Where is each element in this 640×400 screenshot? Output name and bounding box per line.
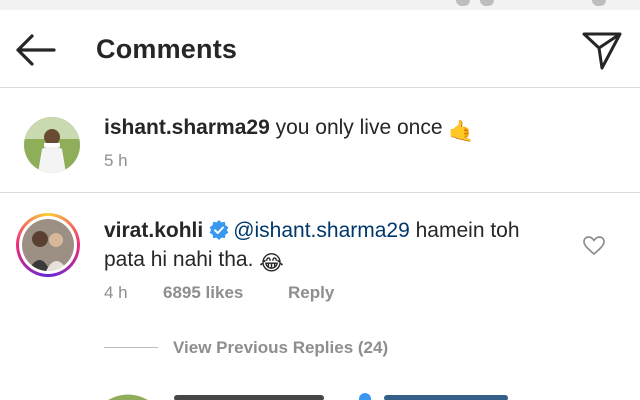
verified-badge-icon	[209, 220, 229, 240]
heart-outline-icon	[583, 236, 605, 256]
comment-text: virat.kohli @ishant.sharma29 hamein toh …	[104, 216, 564, 278]
paper-plane-icon	[582, 32, 622, 70]
call-me-hand-emoji: 🤙	[448, 120, 475, 143]
story-ring[interactable]	[16, 213, 80, 277]
status-icon	[456, 0, 470, 6]
comment-body-line2: pata hi nahi tha.	[104, 248, 254, 271]
top-bar: Comments	[0, 10, 640, 88]
likes-count[interactable]: 6895 likes	[163, 283, 243, 303]
caption-body: you only live once	[275, 116, 443, 139]
caption-text: ishant.sharma29 you only live once 🤙	[104, 113, 475, 146]
back-button[interactable]	[10, 28, 62, 72]
status-bar	[0, 0, 640, 10]
status-icon	[592, 0, 606, 6]
likes-count-label: 6895 likes	[163, 283, 244, 302]
mention-link[interactable]: @ishant.sharma29	[233, 219, 410, 242]
view-previous-replies[interactable]: View Previous Replies (24)	[173, 338, 388, 358]
caption-row: ishant.sharma29 you only live once 🤙 5 h	[0, 89, 640, 193]
avatar-photo	[22, 219, 74, 271]
caption-timestamp: 5 h	[104, 151, 128, 170]
send-button[interactable]	[574, 26, 628, 74]
status-icon	[480, 0, 494, 6]
comment-body-line1: hamein toh	[415, 219, 520, 242]
arrow-left-icon	[16, 34, 56, 66]
comment-username[interactable]: virat.kohli	[104, 219, 203, 242]
avatar-photo	[24, 117, 80, 173]
laughing-emoji: 😂	[259, 252, 284, 275]
reply-label: Reply	[288, 283, 335, 302]
next-reply-row-partial	[0, 385, 640, 400]
like-button[interactable]	[582, 234, 606, 258]
replies-divider	[104, 347, 158, 348]
reply-button[interactable]: Reply	[288, 283, 334, 303]
caption-username[interactable]: ishant.sharma29	[104, 116, 270, 139]
avatar[interactable]	[24, 117, 80, 173]
cropped-reply-preview	[108, 393, 508, 400]
comment-timestamp: 4 h	[104, 283, 128, 302]
avatar	[22, 219, 74, 271]
page-title: Comments	[96, 34, 238, 64]
